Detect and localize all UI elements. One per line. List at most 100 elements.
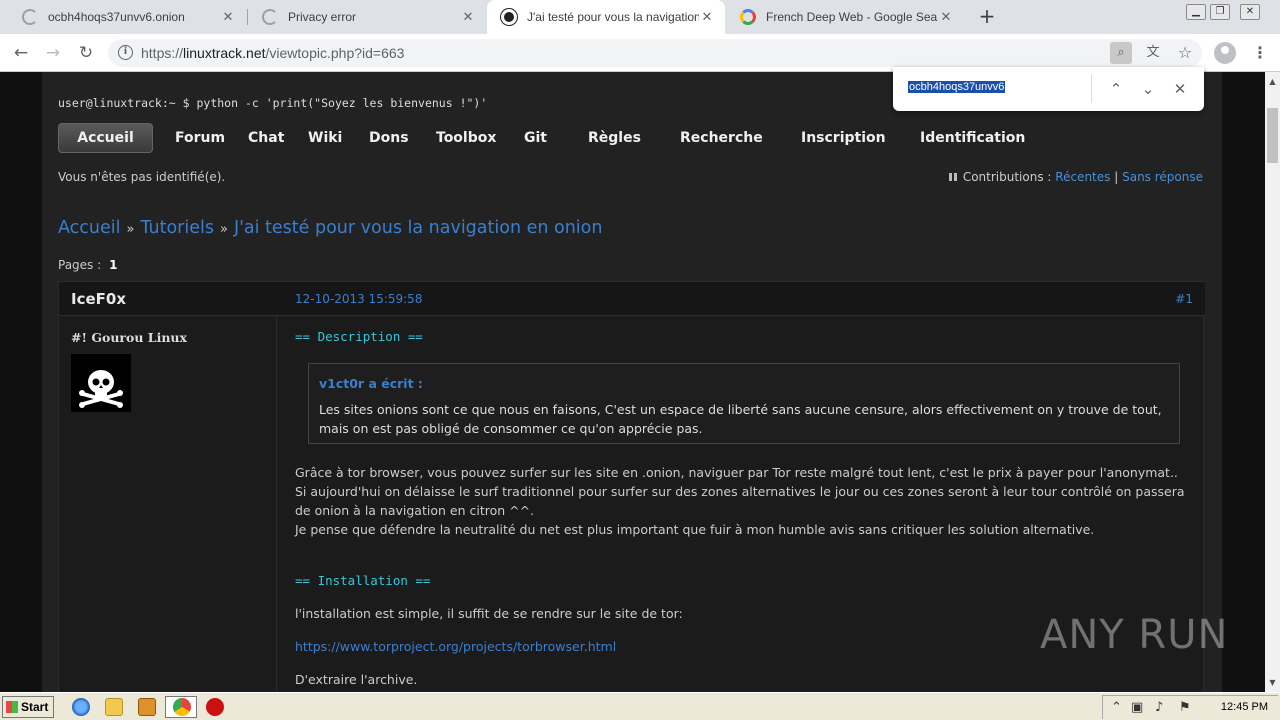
close-tab-icon[interactable]: ✕ bbox=[699, 9, 715, 25]
tab-onion[interactable]: ocbh4hoqs37unvv6.onion ✕ bbox=[8, 0, 246, 34]
login-notice: Vous n'êtes pas identifié(e). bbox=[58, 170, 226, 184]
menu-item-toolbox[interactable]: Toolbox bbox=[436, 130, 496, 146]
clock[interactable]: 12:45 PM bbox=[1221, 701, 1268, 713]
url-text[interactable]: https://linuxtrack.net/viewtopic.php?id=… bbox=[141, 45, 404, 61]
current-page: 1 bbox=[109, 258, 118, 272]
chrome-taskbar-button[interactable] bbox=[165, 696, 197, 718]
scroll-thumb[interactable] bbox=[1267, 108, 1278, 163]
paragraph: Grâce à tor browser, vous pouvez surfer … bbox=[295, 465, 1178, 480]
url-scheme: https:// bbox=[141, 45, 184, 61]
post-author[interactable]: IceF0x bbox=[71, 290, 126, 308]
system-tray: ⌃ ▣ ♪ ⚑ 12:45 PM bbox=[1102, 695, 1278, 719]
menu-item-wiki[interactable]: Wiki bbox=[308, 130, 342, 146]
tab-label: ocbh4hoqs37unvv6.onion bbox=[48, 10, 185, 24]
flag-icon[interactable]: ⚑ bbox=[1179, 700, 1191, 715]
chrome-menu-icon[interactable]: ⋮ bbox=[1252, 42, 1268, 64]
start-button[interactable]: Start bbox=[2, 696, 54, 718]
anyrun-watermark: ANY RUN bbox=[1040, 612, 1229, 658]
close-tab-icon[interactable]: ✕ bbox=[220, 9, 236, 25]
post-header: IceF0x 12-10-2013 15:59:58 #1 bbox=[59, 282, 1205, 316]
tray-expand-icon[interactable]: ⌃ bbox=[1111, 700, 1122, 715]
forward-arrow-icon[interactable]: → bbox=[42, 42, 64, 64]
volume-icon[interactable]: ♪ bbox=[1155, 700, 1163, 715]
network-icon[interactable]: ▣ bbox=[1131, 700, 1143, 715]
breadcrumb-home[interactable]: Accueil bbox=[58, 218, 121, 238]
new-tab-button[interactable]: + bbox=[976, 5, 998, 27]
profile-avatar-icon[interactable] bbox=[1214, 42, 1236, 64]
tab-active-forum[interactable]: J'ai testé pour vous la navigation en on… bbox=[487, 0, 725, 34]
media-player-icon[interactable] bbox=[138, 698, 156, 716]
contributions-links: Contributions : Récentes | Sans réponse bbox=[948, 170, 1203, 184]
loading-spinner-icon bbox=[262, 9, 278, 25]
opera-icon[interactable] bbox=[206, 698, 224, 716]
url-path: /viewtopic.php?id=663 bbox=[265, 45, 405, 61]
breadcrumb-tutorials[interactable]: Tutoriels bbox=[140, 218, 214, 238]
breadcrumb-topic[interactable]: J'ai testé pour vous la navigation en on… bbox=[234, 218, 603, 238]
breadcrumb: Accueil » Tutoriels » J'ai testé pour vous l… bbox=[58, 218, 602, 238]
scroll-down-icon[interactable]: ▼ bbox=[1265, 675, 1280, 690]
internet-explorer-icon[interactable] bbox=[72, 698, 90, 716]
quote-author: v1ct0r a écrit : bbox=[319, 376, 423, 391]
torbrowser-link[interactable]: https://www.torproject.org/projects/torb… bbox=[295, 639, 616, 654]
scroll-up-icon[interactable]: ▲ bbox=[1265, 74, 1280, 89]
menu-item-identification[interactable]: Identification bbox=[920, 130, 1025, 146]
unanswered-link[interactable]: Sans réponse bbox=[1122, 170, 1203, 184]
tab-strip: ocbh4hoqs37unvv6.onion ✕ Privacy error ✕… bbox=[0, 0, 1280, 34]
pages-label: Pages : bbox=[58, 258, 102, 272]
find-in-page-icon[interactable]: ⌕ bbox=[1110, 42, 1132, 64]
page-margin-left bbox=[0, 72, 42, 692]
reload-icon[interactable]: ↻ bbox=[75, 42, 97, 64]
paragraph: Si aujourd'hui on délaisse le surf tradi… bbox=[295, 484, 1185, 518]
post-body-text: Grâce à tor browser, vous pouvez surfer … bbox=[295, 463, 1185, 539]
recent-link[interactable]: Récentes bbox=[1055, 170, 1110, 184]
contributions-label: Contributions : bbox=[962, 170, 1052, 184]
chrome-icon bbox=[173, 698, 191, 716]
pagination: Pages : 1 bbox=[58, 258, 118, 272]
google-icon bbox=[740, 9, 756, 25]
menu-item-dons[interactable]: Dons bbox=[369, 130, 409, 146]
folder-icon[interactable] bbox=[105, 698, 123, 716]
menu-item-home[interactable]: Accueil bbox=[58, 123, 153, 153]
url-host: linuxtrack.net bbox=[183, 45, 266, 61]
bookmark-star-icon[interactable]: ☆ bbox=[1174, 42, 1196, 64]
back-arrow-icon[interactable]: ← bbox=[10, 42, 32, 64]
page-margin-right bbox=[1222, 72, 1265, 692]
extract-text: D'extraire l'archive. bbox=[295, 672, 418, 687]
find-next-icon[interactable]: ⌄ bbox=[1137, 78, 1159, 100]
site-favicon-icon bbox=[501, 9, 517, 25]
tab-google-search[interactable]: French Deep Web - Google Search ✕ bbox=[726, 0, 964, 34]
find-previous-icon[interactable]: ⌃ bbox=[1105, 78, 1127, 100]
close-tab-icon[interactable]: ✕ bbox=[938, 9, 954, 25]
installation-text: l'installation est simple, il suffit de … bbox=[295, 606, 683, 621]
find-divider bbox=[1091, 75, 1092, 103]
menu-item-inscription[interactable]: Inscription bbox=[801, 130, 886, 146]
menu-item-git[interactable]: Git bbox=[524, 130, 547, 146]
description-heading: == Description == bbox=[295, 329, 423, 344]
translate-icon[interactable]: 文 bbox=[1142, 42, 1164, 64]
post-date-link[interactable]: 12-10-2013 15:59:58 bbox=[295, 292, 422, 306]
tab-label: Privacy error bbox=[288, 10, 357, 24]
close-window-icon[interactable]: ✕ bbox=[1240, 4, 1260, 20]
page-viewport: user@linuxtrack:~ $ python -c 'print("So… bbox=[0, 72, 1265, 692]
find-input[interactable]: ocbh4hoqs37unvv6 bbox=[908, 81, 1006, 93]
menu-item-forum[interactable]: Forum bbox=[175, 130, 225, 146]
quote-box: v1ct0r a écrit : Les sites onions sont c… bbox=[308, 363, 1180, 444]
menu-item-regles[interactable]: Règles bbox=[588, 130, 641, 146]
address-bar[interactable]: i https://linuxtrack.net/viewtopic.php?i… bbox=[108, 39, 1202, 67]
menu-item-chat[interactable]: Chat bbox=[248, 130, 284, 146]
quote-text: Les sites onions sont ce que nous en fai… bbox=[319, 402, 1162, 436]
author-rank: #! Gourou Linux bbox=[71, 330, 187, 345]
tab-privacy-error[interactable]: Privacy error ✕ bbox=[248, 0, 486, 34]
vertical-scrollbar[interactable]: ▲ ▼ bbox=[1265, 72, 1280, 692]
post-number-link[interactable]: #1 bbox=[1175, 292, 1193, 306]
find-bar: ocbh4hoqs37unvv6 ⌃ ⌄ ✕ bbox=[893, 67, 1204, 111]
terminal-prompt-banner: user@linuxtrack:~ $ python -c 'print("So… bbox=[58, 96, 488, 110]
close-tab-icon[interactable]: ✕ bbox=[460, 9, 476, 25]
find-close-icon[interactable]: ✕ bbox=[1169, 78, 1191, 100]
info-icon[interactable]: i bbox=[118, 45, 133, 60]
menu-item-recherche[interactable]: Recherche bbox=[680, 130, 763, 146]
grid-icon bbox=[948, 173, 957, 181]
minimize-icon[interactable]: ▁ bbox=[1186, 4, 1206, 20]
restore-icon[interactable]: ❐ bbox=[1210, 4, 1230, 20]
avatar bbox=[71, 354, 131, 412]
